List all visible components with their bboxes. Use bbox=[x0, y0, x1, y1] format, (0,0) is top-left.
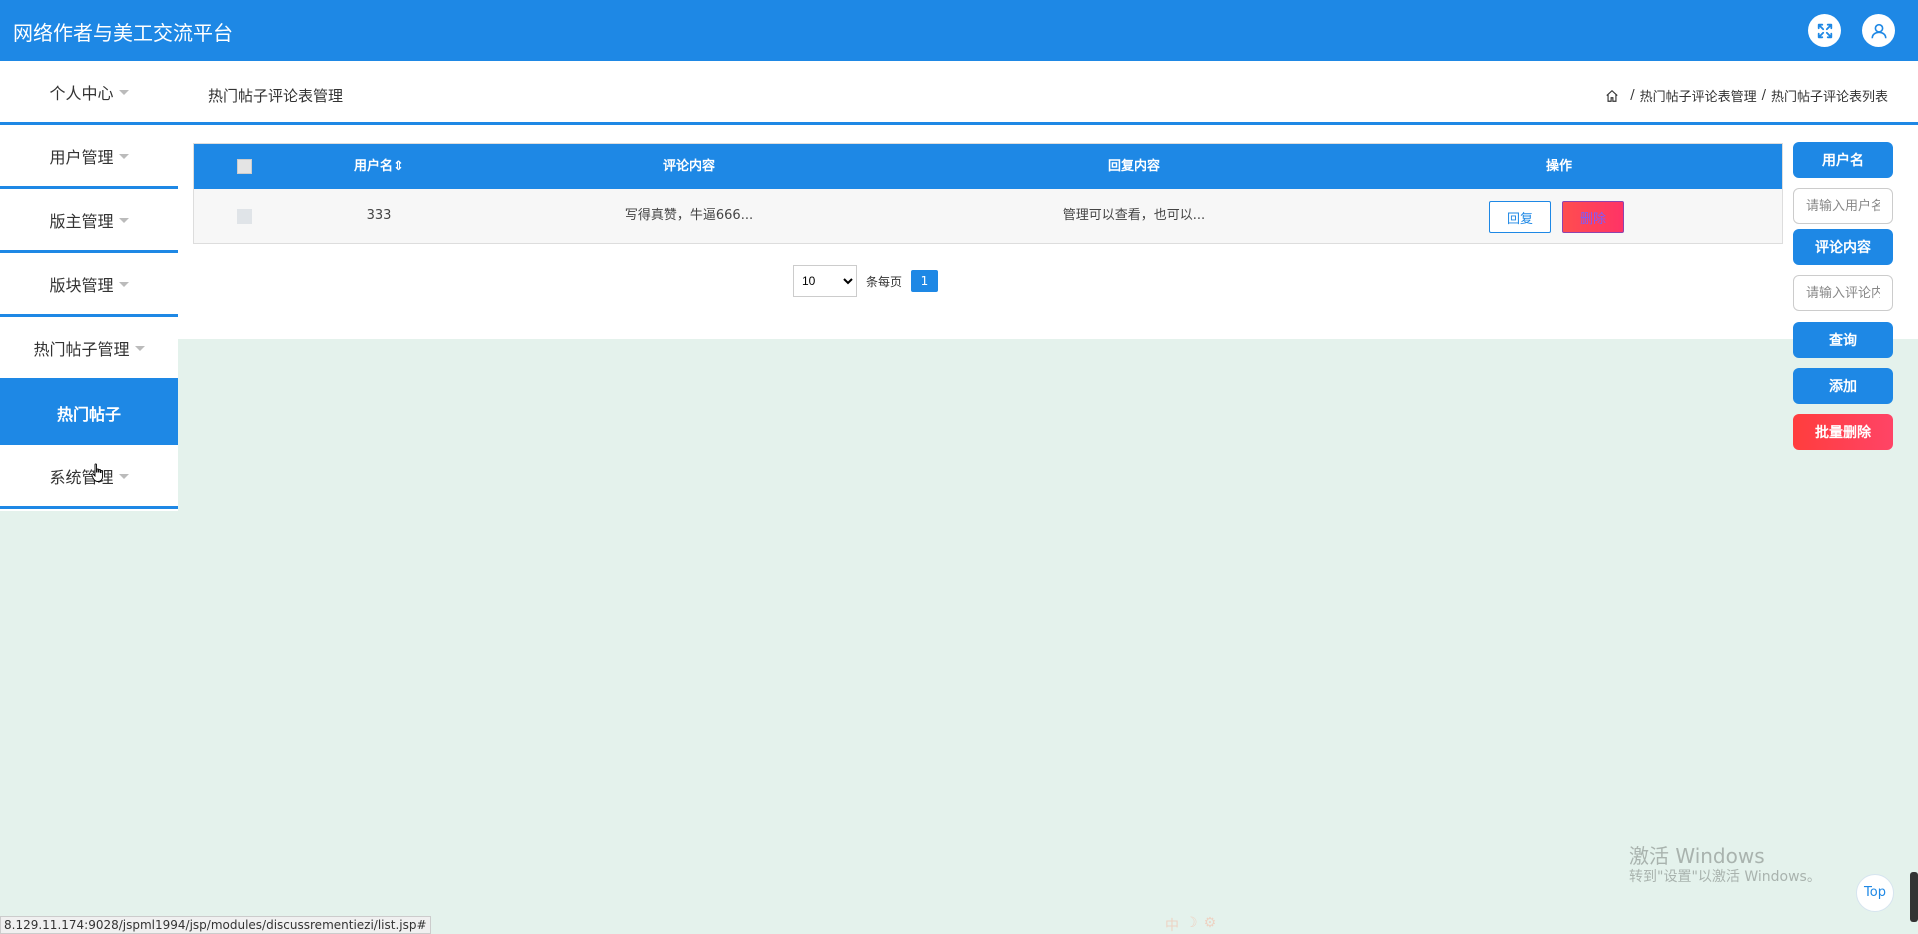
sidebar-item-label: 版块管理 bbox=[49, 275, 114, 295]
windows-activation-subtitle: 转到"设置"以激活 Windows。 bbox=[1629, 869, 1821, 885]
user-icon[interactable] bbox=[1862, 14, 1895, 47]
app-title: 网络作者与美工交流平台 bbox=[13, 21, 233, 45]
ime-toolbar: 中 ☽ ⚙ bbox=[1165, 915, 1217, 934]
breadcrumb: / 热门帖子评论表管理 / 热门帖子评论表列表 bbox=[1605, 86, 1888, 105]
ime-chinese-icon[interactable]: 中 bbox=[1165, 915, 1179, 934]
comment-search-input[interactable] bbox=[1793, 275, 1893, 311]
add-button[interactable]: 添加 bbox=[1793, 368, 1893, 404]
cell-username: 333 bbox=[366, 208, 392, 223]
column-header-comment: 评论内容 bbox=[662, 159, 715, 174]
username-search-input[interactable] bbox=[1793, 188, 1893, 224]
page-number-1[interactable]: 1 bbox=[911, 270, 938, 292]
sidebar-item-personal-center[interactable]: 个人中心 bbox=[0, 61, 178, 125]
column-header-actions: 操作 bbox=[1545, 159, 1572, 174]
sidebar-item-label: 热门帖子 bbox=[56, 405, 121, 424]
page-title: 热门帖子评论表管理 bbox=[208, 87, 344, 105]
caret-down-icon bbox=[118, 282, 129, 287]
windows-activation-title: 激活 Windows bbox=[1629, 844, 1765, 868]
sidebar-item-label: 热门帖子管理 bbox=[33, 339, 130, 359]
delete-button[interactable]: 删除 bbox=[1562, 201, 1624, 233]
sidebar: 个人中心 用户管理 版主管理 版块管理 热门帖子管理 热门帖子 系统管理 bbox=[0, 61, 178, 511]
cell-reply: 管理可以查看，也可以... bbox=[1062, 208, 1206, 223]
home-icon[interactable] bbox=[1605, 89, 1619, 103]
page-size-select[interactable]: 10 20 50 100 bbox=[793, 265, 857, 297]
caret-down-icon bbox=[118, 90, 129, 95]
hand-cursor-icon bbox=[91, 463, 103, 482]
caret-down-icon bbox=[134, 346, 145, 351]
page-header: 热门帖子评论表管理 / 热门帖子评论表管理 / 热门帖子评论表列表 bbox=[178, 61, 1918, 125]
per-page-label: 条每页 bbox=[866, 275, 903, 289]
comment-label-button[interactable]: 评论内容 bbox=[1793, 229, 1893, 265]
expand-icon[interactable] bbox=[1808, 14, 1841, 47]
top-header: 网络作者与美工交流平台 bbox=[0, 0, 1918, 61]
sidebar-item-user-management[interactable]: 用户管理 bbox=[0, 125, 178, 189]
breadcrumb-item[interactable]: 热门帖子评论表管理 bbox=[1640, 86, 1757, 105]
back-to-top-button[interactable]: Top bbox=[1856, 874, 1894, 912]
query-button[interactable]: 查询 bbox=[1793, 322, 1893, 358]
gear-icon[interactable]: ⚙ bbox=[1204, 915, 1217, 933]
cell-comment: 写得真赞，牛逼666... bbox=[624, 208, 754, 223]
caret-down-icon bbox=[118, 474, 129, 479]
sort-icon[interactable]: ⇕ bbox=[393, 159, 404, 174]
sidebar-item-moderator-management[interactable]: 版主管理 bbox=[0, 189, 178, 253]
caret-down-icon bbox=[118, 218, 129, 223]
sidebar-item-label: 用户管理 bbox=[49, 147, 114, 167]
sidebar-item-label: 个人中心 bbox=[49, 83, 114, 103]
sidebar-item-label: 版主管理 bbox=[49, 211, 114, 231]
select-all-checkbox[interactable] bbox=[237, 159, 252, 174]
sidebar-item-system-management[interactable]: 系统管理 bbox=[0, 445, 178, 509]
batch-delete-button[interactable]: 批量删除 bbox=[1793, 414, 1893, 450]
table-row: 333 写得真赞，牛逼666... 管理可以查看，也可以... 回复 删除 bbox=[194, 189, 1782, 243]
scrollbar-thumb[interactable] bbox=[1910, 872, 1918, 922]
table-header: 用户名⇕ 评论内容 回复内容 操作 bbox=[194, 144, 1782, 189]
status-bar-url: 8.129.11.174:9028/jspml1994/jsp/modules/… bbox=[0, 916, 431, 934]
sidebar-item-section-management[interactable]: 版块管理 bbox=[0, 253, 178, 317]
column-header-reply: 回复内容 bbox=[1107, 159, 1160, 174]
column-header-username[interactable]: 用户名⇕ bbox=[304, 144, 454, 189]
reply-button[interactable]: 回复 bbox=[1489, 201, 1551, 233]
username-label-button[interactable]: 用户名 bbox=[1793, 142, 1893, 178]
comments-table: 用户名⇕ 评论内容 回复内容 操作 333 写得真赞，牛逼666... 管理可以… bbox=[193, 143, 1783, 244]
breadcrumb-separator: / bbox=[1630, 88, 1635, 103]
row-checkbox[interactable] bbox=[237, 209, 252, 224]
sidebar-item-hot-posts[interactable]: 热门帖子 bbox=[0, 381, 178, 445]
caret-down-icon bbox=[118, 154, 129, 159]
moon-icon[interactable]: ☽ bbox=[1185, 915, 1198, 933]
sidebar-item-hot-posts-management[interactable]: 热门帖子管理 bbox=[0, 317, 178, 381]
breadcrumb-separator: / bbox=[1761, 88, 1766, 103]
breadcrumb-item: 热门帖子评论表列表 bbox=[1770, 90, 1888, 105]
